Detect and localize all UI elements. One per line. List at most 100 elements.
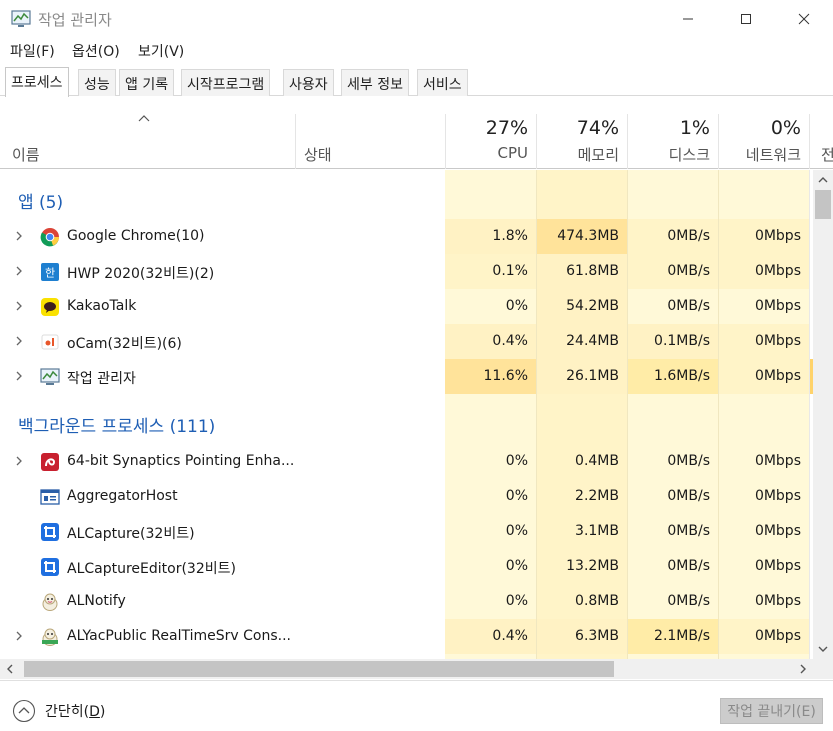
process-name: 64-bit Synaptics Pointing Enha... <box>67 453 295 469</box>
disk-cell: 0.1MB/s <box>627 324 718 359</box>
memory-cell: 474.3MB <box>536 219 627 254</box>
expand-chevron-icon[interactable] <box>14 300 24 312</box>
process-row[interactable]: ALNotify 0% 0.8MB 0MB/s 0Mbps <box>0 584 813 619</box>
process-name: Google Chrome(10) <box>67 228 205 244</box>
collapse-circle-icon <box>12 699 36 723</box>
network-cell: 0Mbps <box>718 549 809 584</box>
process-row[interactable]: Google Chrome(10) 1.8% 474.3MB 0MB/s 0Mbps <box>0 219 813 254</box>
disk-cell: 0MB/s <box>627 549 718 584</box>
scroll-left-icon[interactable] <box>6 664 14 674</box>
expand-chevron-icon[interactable] <box>14 230 24 242</box>
memory-cell: 6.3MB <box>536 619 627 654</box>
process-name: AggregatorHost <box>67 488 178 504</box>
process-row[interactable]: KakaoTalk 0% 54.2MB 0MB/s 0Mbps <box>0 289 813 324</box>
close-button[interactable] <box>775 0 833 38</box>
process-row[interactable]: AggregatorHost 0% 2.2MB 0MB/s 0Mbps <box>0 479 813 514</box>
expand-chevron-icon[interactable] <box>14 630 24 642</box>
maximize-icon <box>741 14 751 24</box>
tab-services[interactable]: 서비스 <box>417 69 468 96</box>
cpu-cell: 0% <box>445 514 536 549</box>
task-manager-icon <box>40 367 60 387</box>
title-bar[interactable]: 작업 관리자 <box>0 0 833 38</box>
window-icon <box>40 487 60 507</box>
column-name[interactable]: 이름 <box>12 144 40 165</box>
horizontal-scroll-thumb[interactable] <box>24 661 614 677</box>
footer: 간단히(D) 작업 끝내기(E) <box>0 680 833 731</box>
menu-file[interactable]: 파일(F) <box>10 41 55 61</box>
memory-cell: 24.4MB <box>536 324 627 359</box>
end-task-button[interactable]: 작업 끝내기(E) <box>720 698 823 724</box>
column-divider <box>809 114 810 169</box>
expand-chevron-icon[interactable] <box>14 335 24 347</box>
disk-cell: 0MB/s <box>627 254 718 289</box>
vertical-scrollbar[interactable] <box>813 170 833 659</box>
cpu-total: 27% <box>485 117 528 139</box>
process-row[interactable]: 작업 관리자 11.6% 26.1MB 1.6MB/s 0Mbps <box>0 359 813 394</box>
disk-cell: 0MB/s <box>627 289 718 324</box>
vertical-scroll-thumb[interactable] <box>815 190 831 219</box>
cpu-cell: 0% <box>445 289 536 324</box>
disk-cell: 1.6MB/s <box>627 359 718 394</box>
maximize-button[interactable] <box>717 0 775 38</box>
menu-options[interactable]: 옵션(O) <box>72 41 120 61</box>
fewer-details-button[interactable]: 간단히(D) <box>12 699 105 723</box>
column-status[interactable]: 상태 <box>304 144 332 165</box>
process-name: ALNotify <box>67 593 126 609</box>
process-list[interactable]: 앱 (5) Google Chrome(10) 1.8% 474.3MB 0MB/s 0… <box>0 170 813 659</box>
tab-users[interactable]: 사용자 <box>283 69 334 96</box>
network-cell: 0Mbps <box>718 219 809 254</box>
cpu-cell: 0.4% <box>445 619 536 654</box>
tab-startup[interactable]: 시작프로그램 <box>181 69 271 96</box>
scroll-up-icon[interactable] <box>818 176 828 184</box>
cpu-cell: 0.1% <box>445 254 536 289</box>
process-row[interactable]: ALCapture(32비트) 0% 3.1MB 0MB/s 0Mbps <box>0 514 813 549</box>
horizontal-scrollbar[interactable] <box>0 659 813 679</box>
column-power[interactable]: 전 <box>821 144 833 165</box>
scroll-right-icon[interactable] <box>799 664 807 674</box>
network-cell: 0Mbps <box>718 619 809 654</box>
cpu-cell: 0% <box>445 444 536 479</box>
memory-cell: 0.4MB <box>536 444 627 479</box>
column-divider <box>295 114 296 169</box>
process-name: ALCapture(32비트) <box>67 526 195 542</box>
network-cell: 0Mbps <box>718 444 809 479</box>
column-header: 이름 상태 27% CPU 74% 메모리 1% 디스크 0% 네트워크 전 <box>0 96 833 169</box>
column-network[interactable]: 네트워크 <box>719 144 801 165</box>
process-row[interactable]: 64-bit Synaptics Pointing Enha... 0% 0.4MB… <box>0 444 813 479</box>
column-memory[interactable]: 메모리 <box>537 144 619 165</box>
disk-cell: 0MB/s <box>627 514 718 549</box>
menu-view[interactable]: 보기(V) <box>138 41 184 61</box>
window-title: 작업 관리자 <box>38 11 112 29</box>
tab-details[interactable]: 세부 정보 <box>341 69 409 96</box>
column-cpu[interactable]: CPU <box>446 144 529 162</box>
expand-chevron-icon[interactable] <box>14 370 24 382</box>
network-cell: 0Mbps <box>718 359 809 394</box>
minimize-button[interactable] <box>659 0 717 38</box>
scroll-down-icon[interactable] <box>818 645 828 653</box>
process-row[interactable]: oCam(32비트)(6) 0.4% 24.4MB 0.1MB/s 0Mbps <box>0 324 813 359</box>
process-name: ALCaptureEditor(32비트) <box>67 561 236 577</box>
tab-app-history[interactable]: 앱 기록 <box>119 69 175 96</box>
fewer-details-label: 간단히(D) <box>45 704 106 720</box>
tab-processes[interactable]: 프로세스 <box>5 67 69 97</box>
memory-cell: 13.2MB <box>536 549 627 584</box>
network-cell: 0Mbps <box>718 514 809 549</box>
process-name: oCam(32비트)(6) <box>67 336 182 352</box>
memory-cell: 2.2MB <box>536 479 627 514</box>
process-row[interactable]: 한 HWP 2020(32비트)(2) 0.1% 61.8MB 0MB/s 0Mbps <box>0 254 813 289</box>
scrollbar-corner <box>813 659 833 679</box>
column-disk[interactable]: 디스크 <box>628 144 710 165</box>
process-name: 작업 관리자 <box>67 371 136 387</box>
process-row[interactable]: ALYacPublic RealTimeSrv Cons... 0.4% 6.3MB… <box>0 619 813 654</box>
hwp-icon: 한 <box>40 262 60 282</box>
kakaotalk-icon <box>40 297 60 317</box>
memory-total: 74% <box>576 117 619 139</box>
expand-chevron-icon[interactable] <box>14 455 24 467</box>
disk-cell: 0MB/s <box>627 444 718 479</box>
tab-performance[interactable]: 성능 <box>78 69 116 96</box>
memory-cell: 54.2MB <box>536 289 627 324</box>
process-row[interactable]: ALCaptureEditor(32비트) 0% 13.2MB 0MB/s 0Mbps <box>0 549 813 584</box>
disk-cell: 0MB/s <box>627 584 718 619</box>
task-manager-icon <box>11 10 31 27</box>
expand-chevron-icon[interactable] <box>14 265 24 277</box>
